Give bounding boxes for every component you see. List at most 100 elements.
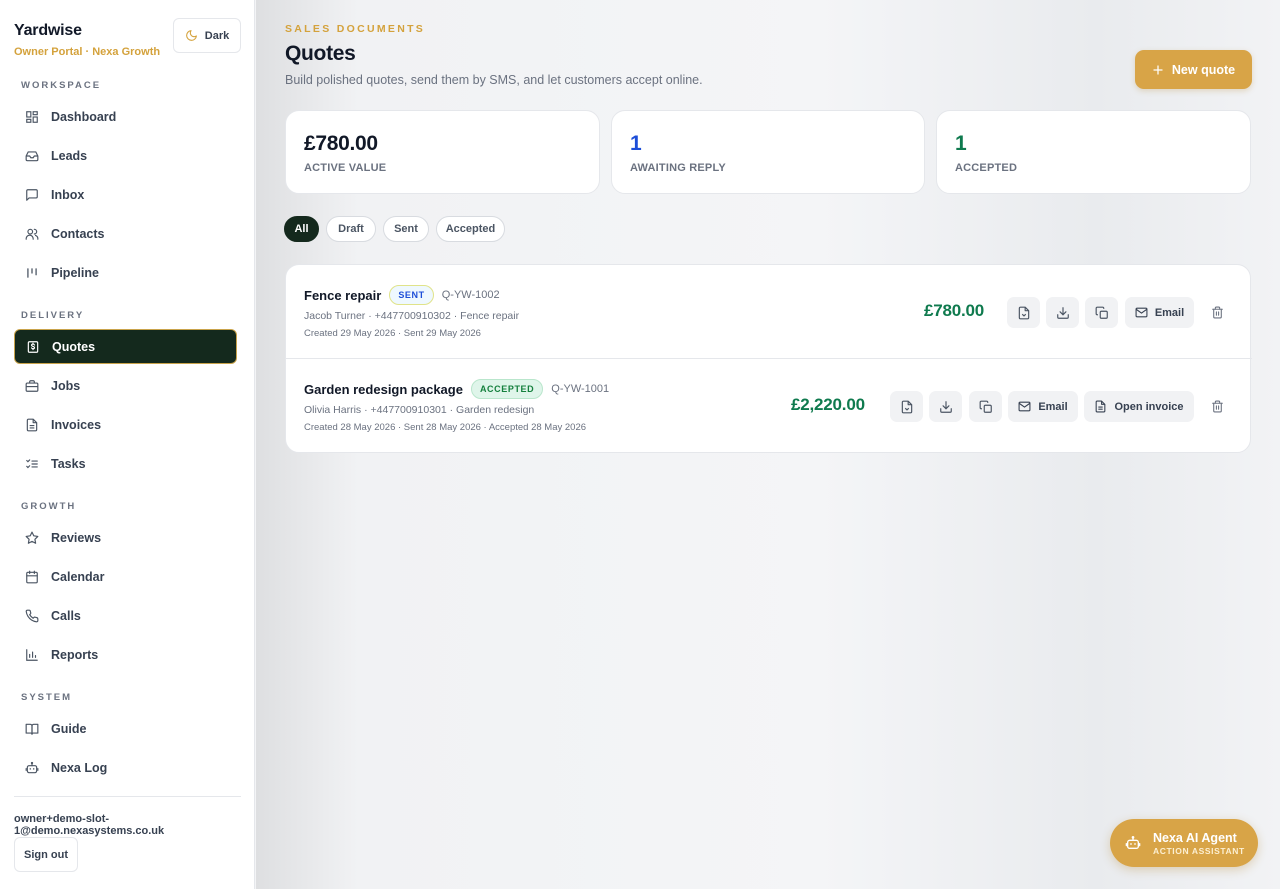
users-icon xyxy=(25,228,39,240)
pipeline-icon xyxy=(27,267,37,278)
bar-chart-icon xyxy=(26,648,38,661)
status-badge: SENT xyxy=(389,285,434,305)
dark-mode-label: Dark xyxy=(204,29,230,42)
receipt-icon xyxy=(27,340,39,353)
trash-icon xyxy=(1211,400,1223,412)
sidebar-item-label: Tasks xyxy=(51,456,86,471)
open-invoice-button[interactable]: Open invoice xyxy=(1084,391,1194,422)
sidebar-item-label: Calls xyxy=(51,608,81,623)
inbox-tray-icon xyxy=(25,150,39,161)
message-icon xyxy=(26,188,38,201)
quotes-list: Fence repair SENT Q-YW-1002 Jacob Turner… xyxy=(285,264,1252,453)
sidebar-item-label: Dashboard xyxy=(51,109,117,124)
quote-row[interactable]: Fence repair SENT Q-YW-1002 Jacob Turner… xyxy=(286,265,1252,359)
sidebar-item-label: Pipeline xyxy=(51,265,99,280)
sidebar-item-pipeline[interactable]: Pipeline xyxy=(14,255,237,290)
download-button[interactable] xyxy=(929,391,962,422)
main-content: SALES DOCUMENTS Quotes Build polished qu… xyxy=(256,0,1280,889)
agent-subtitle: ACTION ASSISTANT xyxy=(1153,845,1245,856)
filter-accepted[interactable]: Accepted xyxy=(436,216,505,242)
status-badge: ACCEPTED xyxy=(470,379,544,399)
sidebar-item-invoices[interactable]: Invoices xyxy=(14,407,237,442)
document-icon xyxy=(1096,400,1106,413)
agent-title: Nexa AI Agent xyxy=(1153,830,1237,845)
sidebar-item-tasks[interactable]: Tasks xyxy=(14,446,237,481)
filter-draft[interactable]: Draft xyxy=(326,216,376,242)
copy-icon xyxy=(1095,306,1108,319)
document-icon xyxy=(26,418,38,431)
stat-value: £780.00 xyxy=(304,132,378,155)
email-label: Email xyxy=(1154,306,1185,319)
quote-amount: £2,220.00 xyxy=(791,395,865,414)
sidebar-item-label: Invoices xyxy=(51,417,102,432)
stat-card-awaiting-reply: 1 AWAITING REPLY xyxy=(611,110,925,194)
email-button[interactable]: Email xyxy=(1125,297,1194,328)
download-icon xyxy=(1056,306,1069,319)
delete-button[interactable] xyxy=(1206,395,1228,417)
sign-out-button[interactable]: Sign out xyxy=(14,837,78,872)
sidebar-item-nexa-log[interactable]: Nexa Log xyxy=(14,750,237,785)
bot-icon xyxy=(25,761,39,773)
bot-icon xyxy=(1125,836,1141,849)
nav-section-system: SYSTEM xyxy=(21,692,73,703)
sidebar-item-label: Contacts xyxy=(51,226,105,241)
sidebar-item-reports[interactable]: Reports xyxy=(14,637,237,672)
sidebar-item-jobs[interactable]: Jobs xyxy=(14,368,237,403)
sidebar-item-label: Leads xyxy=(51,148,88,163)
quote-title-line: Fence repair SENT Q-YW-1002 xyxy=(304,285,500,305)
sidebar-item-label: Jobs xyxy=(51,378,81,393)
sidebar-item-leads[interactable]: Leads xyxy=(14,138,237,173)
sidebar-item-guide[interactable]: Guide xyxy=(14,711,237,746)
copy-icon xyxy=(979,400,992,413)
phone-icon xyxy=(25,609,39,622)
quote-dates: Created 29 May 2026 · Sent 29 May 2026 xyxy=(304,328,481,339)
stat-value: 1 xyxy=(955,132,967,155)
download-icon xyxy=(939,400,952,413)
email-button[interactable]: Email xyxy=(1008,391,1078,422)
mail-icon xyxy=(1135,307,1148,318)
nexa-ai-agent-button[interactable]: Nexa AI Agent ACTION ASSISTANT xyxy=(1110,819,1258,867)
briefcase-icon xyxy=(25,379,39,392)
sidebar-item-label: Reviews xyxy=(51,530,102,545)
user-email: owner+demo-slot-1@demo.nexasystems.co.uk xyxy=(14,813,165,837)
quote-title: Fence repair xyxy=(304,287,382,303)
new-quote-button[interactable]: New quote xyxy=(1135,50,1252,89)
sidebar-item-contacts[interactable]: Contacts xyxy=(14,216,237,251)
new-quote-label: New quote xyxy=(1171,62,1236,77)
send-sms-button[interactable] xyxy=(1007,297,1040,328)
send-sms-button[interactable] xyxy=(890,391,923,422)
sidebar-item-inbox[interactable]: Inbox xyxy=(14,177,237,212)
sidebar-item-calls[interactable]: Calls xyxy=(14,598,237,633)
download-button[interactable] xyxy=(1046,297,1079,328)
sidebar-item-label: Guide xyxy=(51,721,87,736)
sidebar: Yardwise Owner Portal · Nexa Growth Dark… xyxy=(0,0,255,889)
sidebar-item-quotes[interactable]: Quotes xyxy=(14,329,237,364)
filter-sent[interactable]: Sent xyxy=(383,216,429,242)
quote-row[interactable]: Garden redesign package ACCEPTED Q-YW-10… xyxy=(286,359,1252,453)
quote-reference: Q-YW-1001 xyxy=(551,383,610,395)
sidebar-item-dashboard[interactable]: Dashboard xyxy=(14,99,237,134)
stat-label: AWAITING REPLY xyxy=(630,162,726,174)
sidebar-item-calendar[interactable]: Calendar xyxy=(14,559,237,594)
duplicate-button[interactable] xyxy=(969,391,1002,422)
moon-icon xyxy=(185,30,197,41)
sidebar-item-reviews[interactable]: Reviews xyxy=(14,520,237,555)
delete-button[interactable] xyxy=(1206,301,1228,323)
document-send-icon xyxy=(901,400,912,413)
nav-section-workspace: WORKSPACE xyxy=(21,80,102,91)
sidebar-item-label: Quotes xyxy=(52,339,96,354)
calendar-icon xyxy=(26,570,38,583)
dashboard-icon xyxy=(26,110,38,123)
brand-name: Yardwise xyxy=(14,22,82,39)
filter-all[interactable]: All xyxy=(284,216,319,242)
nav-section-delivery: DELIVERY xyxy=(21,310,85,321)
duplicate-button[interactable] xyxy=(1085,297,1118,328)
plus-icon xyxy=(1153,64,1163,75)
dark-mode-toggle[interactable]: Dark xyxy=(173,18,241,53)
email-label: Email xyxy=(1038,400,1068,413)
quote-title-line: Garden redesign package ACCEPTED Q-YW-10… xyxy=(304,379,609,399)
brand-subtitle: Owner Portal · Nexa Growth xyxy=(14,46,161,58)
checklist-icon xyxy=(26,458,38,468)
quote-customer-meta: Olivia Harris · +447700910301 · Garden r… xyxy=(304,404,535,416)
sidebar-item-label: Inbox xyxy=(51,187,85,202)
